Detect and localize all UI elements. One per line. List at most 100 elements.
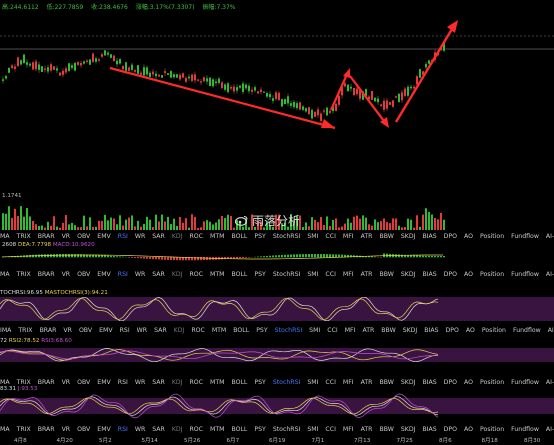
tab-mfi[interactable]: MFI <box>343 379 354 386</box>
tab-bias[interactable]: BIAS <box>424 327 438 334</box>
tab-position[interactable]: Position <box>482 327 506 334</box>
tab-fundflow[interactable]: Fundflow <box>511 379 539 386</box>
tab-mtm[interactable]: MTM <box>210 379 224 386</box>
tab-trix[interactable]: TRIX <box>17 271 31 278</box>
tab-fundflow[interactable]: Fundflow <box>511 426 539 433</box>
tab-sar[interactable]: SAR <box>152 271 165 278</box>
tab-roc[interactable]: ROC <box>189 233 203 240</box>
tab-ma[interactable]: MA <box>0 271 10 278</box>
tab-bbw[interactable]: BBW <box>379 233 393 240</box>
tab-rsi[interactable]: RSI <box>118 426 128 433</box>
tab-dpo[interactable]: DPO <box>444 426 457 433</box>
tab-position[interactable]: Position <box>480 426 504 433</box>
tab-fundflow[interactable]: Fundflow <box>511 233 539 240</box>
tab-dpo[interactable]: DPO <box>444 233 457 240</box>
tab-stochrsi[interactable]: StochRSI <box>273 379 301 386</box>
tab-mtm[interactable]: MTM <box>210 426 224 433</box>
tab-vr[interactable]: VR <box>62 426 71 433</box>
tab-dpo[interactable]: DPO <box>446 327 459 334</box>
tab-obv[interactable]: OBV <box>77 379 90 386</box>
tab-mtm[interactable]: MTM <box>210 271 224 278</box>
tab-sar[interactable]: SAR <box>154 327 167 334</box>
tab-position[interactable]: Position <box>480 233 504 240</box>
tab-ao[interactable]: AO <box>466 327 475 334</box>
tab-smi[interactable]: SMI <box>309 327 320 334</box>
tab-mfi[interactable]: MFI <box>345 327 356 334</box>
tab-dpo[interactable]: DPO <box>444 379 457 386</box>
tab-psy[interactable]: PSY <box>254 271 265 278</box>
tab-bbw[interactable]: BBW <box>381 327 395 334</box>
tab-rsi[interactable]: RSI <box>118 379 128 386</box>
tab-mfi[interactable]: MFI <box>343 426 354 433</box>
tab-ai-netvol[interactable]: AI-NetVOL <box>546 233 554 240</box>
tab-atr[interactable]: ATR <box>361 271 373 278</box>
tab-kdj[interactable]: KDJ <box>172 233 183 240</box>
tab-atr[interactable]: ATR <box>362 327 374 334</box>
tab-bias[interactable]: BIAS <box>422 271 436 278</box>
tab-sar[interactable]: SAR <box>152 379 165 386</box>
tab-brar[interactable]: BRAR <box>38 379 55 386</box>
tab-brar[interactable]: BRAR <box>38 426 55 433</box>
tab-bbw[interactable]: BBW <box>379 426 393 433</box>
tab-wr[interactable]: WR <box>135 271 145 278</box>
tab-roc[interactable]: ROC <box>191 327 205 334</box>
tab-smi[interactable]: SMI <box>307 233 318 240</box>
tab-atr[interactable]: ATR <box>361 379 373 386</box>
tab-kdj[interactable]: KDJ <box>172 426 183 433</box>
tab-bias[interactable]: BIAS <box>422 379 436 386</box>
tab-stochrsi[interactable]: StochRSI <box>273 271 301 278</box>
tab-cci[interactable]: CCI <box>325 426 335 433</box>
tab-emv[interactable]: EMV <box>97 271 110 278</box>
tab-position[interactable]: Position <box>480 271 504 278</box>
tab-mtm[interactable]: MTM <box>210 233 224 240</box>
tab-trix[interactable]: TRIX <box>17 379 31 386</box>
tab-skdj[interactable]: SKDJ <box>401 233 416 240</box>
tab-boll[interactable]: BOLL <box>231 271 247 278</box>
tab-bias[interactable]: BIAS <box>422 233 436 240</box>
tab-obv[interactable]: OBV <box>79 327 92 334</box>
tab-boll[interactable]: BOLL <box>233 327 249 334</box>
tab-dpo[interactable]: DPO <box>444 271 457 278</box>
tab-mtm[interactable]: MTM <box>212 327 226 334</box>
tab-stochrsi[interactable]: StochRSI <box>273 233 301 240</box>
tab-boll[interactable]: BOLL <box>231 379 247 386</box>
tab-ma[interactable]: MA <box>0 233 10 240</box>
tab-obv[interactable]: OBV <box>77 233 90 240</box>
tab-boll[interactable]: BOLL <box>231 426 247 433</box>
tab-wr[interactable]: WR <box>135 426 145 433</box>
tab-brar[interactable]: BRAR <box>40 327 57 334</box>
tab-ai-netvol[interactable]: AI-NetVOL <box>548 327 554 334</box>
tab-emv[interactable]: EMV <box>97 379 110 386</box>
tab-psy[interactable]: PSY <box>254 233 265 240</box>
tab-stochrsi[interactable]: StochRSI <box>275 327 303 334</box>
tab-vr[interactable]: VR <box>62 271 71 278</box>
tab-roc[interactable]: ROC <box>189 379 203 386</box>
tab-kdj[interactable]: KDJ <box>174 327 185 334</box>
tab-wr[interactable]: WR <box>137 327 147 334</box>
tab-fundflow[interactable]: Fundflow <box>511 271 539 278</box>
tab-ao[interactable]: AO <box>464 271 473 278</box>
tab-bbw[interactable]: BBW <box>379 379 393 386</box>
tab-rsi[interactable]: RSI <box>118 271 128 278</box>
tab-emv[interactable]: EMV <box>99 327 112 334</box>
tab-skdj[interactable]: SKDJ <box>401 271 416 278</box>
tab-roc[interactable]: ROC <box>189 426 203 433</box>
tab-roc[interactable]: ROC <box>189 271 203 278</box>
tab-atr[interactable]: ATR <box>361 233 373 240</box>
tab-psy[interactable]: PSY <box>254 426 265 433</box>
tab-obv[interactable]: OBV <box>77 426 90 433</box>
tab-smi[interactable]: SMI <box>307 271 318 278</box>
tab-sar[interactable]: SAR <box>152 426 165 433</box>
tab-vr[interactable]: VR <box>63 327 72 334</box>
tab-vr[interactable]: VR <box>62 379 71 386</box>
price-chart[interactable] <box>0 10 554 130</box>
tab-vr[interactable]: VR <box>62 233 71 240</box>
tab-emv[interactable]: EMV <box>97 233 110 240</box>
tab-bbw[interactable]: BBW <box>379 271 393 278</box>
tab-ao[interactable]: AO <box>464 426 473 433</box>
tab-kdj[interactable]: KDJ <box>172 271 183 278</box>
tab-mfi[interactable]: MFI <box>343 233 354 240</box>
tab-kdj[interactable]: KDJ <box>172 379 183 386</box>
tab-rsi[interactable]: RSI <box>120 327 130 334</box>
tab-sar[interactable]: SAR <box>152 233 165 240</box>
